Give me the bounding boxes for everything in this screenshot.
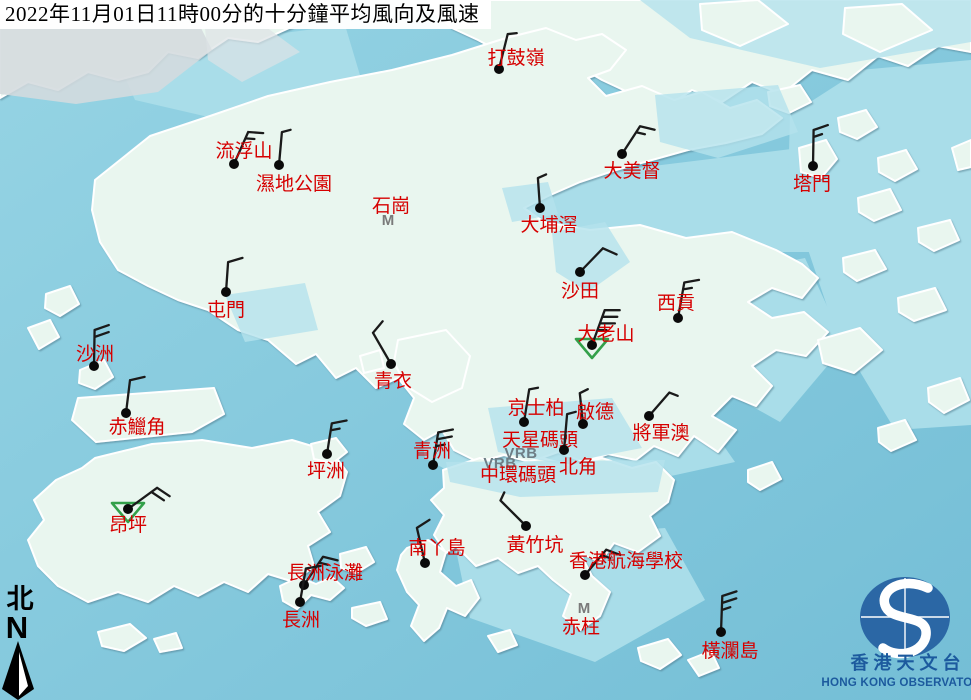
station-label: 南丫島: [408, 537, 465, 559]
station-dot: [295, 597, 305, 607]
hko-name-chinese: 香港天文台: [850, 652, 966, 673]
station-label: 香港航海學校: [569, 550, 683, 572]
station-dot: [808, 161, 818, 171]
station-label: 塔門: [793, 173, 831, 195]
map-title: 2022年11月01日11時00分的十分鐘平均風向及風速: [0, 0, 491, 29]
station-dot: [274, 160, 284, 170]
station-dot: [575, 267, 585, 277]
station-label: 青衣: [374, 370, 412, 392]
station-label: 大埔滘: [520, 214, 577, 236]
north-letter-label: N: [6, 610, 28, 645]
station-label: 昂坪: [109, 514, 147, 536]
station-label: 長洲泳灘: [287, 562, 363, 584]
station-dot: [559, 445, 569, 455]
missing-data-label: M: [578, 600, 591, 617]
station-dot: [673, 313, 683, 323]
station-label: 流浮山: [215, 140, 272, 162]
station-label: 沙田: [561, 281, 599, 302]
station-label: 啟德: [576, 401, 614, 423]
station-label: 沙洲: [76, 344, 114, 365]
station-label: 打鼓嶺: [487, 47, 544, 69]
hong-kong-map: 北 N 香港天文台 HONG KONG OBSERVATORY 打鼓嶺流浮山濕地…: [0, 0, 971, 700]
station-label: 赤柱: [562, 616, 600, 638]
station-dot: [322, 449, 332, 459]
station-label: 赤鱲角: [108, 416, 165, 438]
station-label: 將軍澳: [632, 422, 689, 444]
station-dot: [123, 504, 133, 514]
station-dot: [420, 558, 430, 568]
station-dot: [617, 149, 627, 159]
station-label: 石崗: [372, 195, 410, 217]
hko-name-english: HONG KONG OBSERVATORY: [821, 676, 971, 689]
station-label: 濕地公園: [256, 173, 332, 195]
station-label: 黃竹坑: [506, 534, 563, 556]
station-label: 西貢: [657, 293, 695, 314]
station-label: 屯門: [207, 299, 245, 321]
station-label: 北角: [559, 456, 597, 478]
wind-map-page: 北 N 香港天文台 HONG KONG OBSERVATORY 打鼓嶺流浮山濕地…: [0, 0, 971, 700]
station-label: 中環碼頭: [480, 464, 556, 486]
station-label: 橫瀾島: [701, 640, 758, 662]
station-dot: [221, 287, 231, 297]
station-label: 青洲: [413, 440, 451, 462]
station-label: 大老山: [577, 323, 634, 345]
station-label: 長洲: [282, 610, 320, 631]
station-label: 大美督: [603, 160, 660, 182]
station-dot: [386, 359, 396, 369]
station-dot: [535, 203, 545, 213]
station-label: 坪洲: [307, 460, 345, 482]
station-label: 京士柏: [507, 397, 564, 419]
station-dot: [644, 411, 654, 421]
station-dot: [521, 521, 531, 531]
station-dot: [716, 627, 726, 637]
